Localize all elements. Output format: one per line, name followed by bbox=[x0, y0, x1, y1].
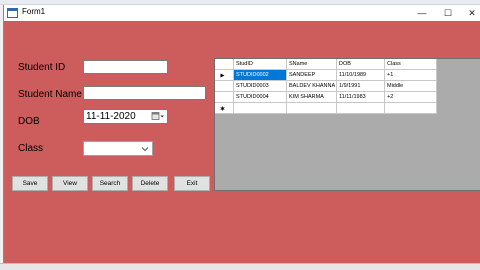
dob-value: 11-11-2020 bbox=[86, 111, 136, 122]
save-button[interactable]: Save bbox=[12, 176, 48, 191]
background-status-strip bbox=[0, 263, 480, 270]
grid-cell[interactable]: BALDEV KHANNA bbox=[287, 81, 337, 92]
exit-button[interactable]: Exit bbox=[174, 176, 210, 191]
row-header[interactable] bbox=[215, 70, 234, 81]
grid-cell[interactable]: +2 bbox=[385, 92, 437, 103]
grid-cell[interactable]: STUDID0003 bbox=[234, 81, 287, 92]
grid-cell-empty[interactable] bbox=[337, 103, 385, 114]
class-combobox[interactable] bbox=[83, 141, 153, 156]
column-header-sname[interactable]: SName bbox=[287, 59, 337, 70]
window-title: Form1 bbox=[22, 7, 46, 16]
new-row[interactable] bbox=[215, 103, 437, 114]
close-button[interactable]: ✕ bbox=[461, 5, 480, 21]
student-name-label: Student Name bbox=[18, 89, 82, 100]
grid-header-row: StudID SName DOB Class bbox=[215, 59, 437, 70]
grid-cell[interactable]: STUDID0004 bbox=[234, 92, 287, 103]
table-row[interactable]: STUDID0002 SANDEEP 11/10/1989 +1 bbox=[215, 70, 437, 81]
chevron-down-icon[interactable] bbox=[141, 145, 149, 153]
form-window: Form1 — ☐ ✕ Student ID Student Name DOB … bbox=[3, 5, 480, 263]
view-button[interactable]: View bbox=[52, 176, 88, 191]
table-row[interactable]: STUDID0003 BALDEV KHANNA 1/9/1991 Middle bbox=[215, 81, 437, 92]
delete-button[interactable]: Delete bbox=[132, 176, 168, 191]
column-header-class[interactable]: Class bbox=[385, 59, 437, 70]
maximize-button[interactable]: ☐ bbox=[437, 5, 459, 21]
row-header[interactable] bbox=[215, 81, 234, 92]
student-name-input[interactable] bbox=[83, 86, 206, 100]
table-row[interactable]: STUDID0004 KIM SHARMA 11/11/1983 +2 bbox=[215, 92, 437, 103]
grid-cell-empty[interactable] bbox=[234, 103, 287, 114]
app-form-icon bbox=[7, 8, 18, 18]
student-id-input[interactable] bbox=[83, 60, 168, 74]
grid-corner-header[interactable] bbox=[215, 59, 234, 70]
student-id-label: Student ID bbox=[18, 62, 66, 73]
asterisk-icon bbox=[220, 106, 225, 111]
form-client-area: Student ID Student Name DOB 11-11-2020 C… bbox=[4, 21, 480, 263]
grid-cell[interactable]: KIM SHARMA bbox=[287, 92, 337, 103]
minimize-button[interactable]: — bbox=[411, 5, 433, 21]
grid-cell[interactable]: 11/11/1983 bbox=[337, 92, 385, 103]
dob-date-picker[interactable]: 11-11-2020 bbox=[83, 109, 168, 124]
class-label: Class bbox=[18, 143, 44, 154]
column-header-studid[interactable]: StudID bbox=[234, 59, 287, 70]
search-button[interactable]: Search bbox=[92, 176, 128, 191]
title-bar[interactable]: Form1 — ☐ ✕ bbox=[4, 5, 480, 21]
column-header-dob[interactable]: DOB bbox=[337, 59, 385, 70]
right-triangle-icon bbox=[220, 73, 225, 78]
grid-cell[interactable]: SANDEEP bbox=[287, 70, 337, 81]
row-header[interactable] bbox=[215, 92, 234, 103]
calendar-dropdown-icon[interactable] bbox=[151, 111, 165, 122]
grid-cell[interactable]: 1/9/1991 bbox=[337, 81, 385, 92]
grid-cell[interactable]: STUDID0002 bbox=[234, 70, 287, 81]
students-data-grid[interactable]: StudID SName DOB Class STUDID0002 SANDEE… bbox=[214, 58, 480, 191]
grid-cell-empty[interactable] bbox=[287, 103, 337, 114]
grid-cell-empty[interactable] bbox=[385, 103, 437, 114]
grid-cell[interactable]: Middle bbox=[385, 81, 437, 92]
dob-label: DOB bbox=[18, 116, 40, 127]
grid-cell[interactable]: +1 bbox=[385, 70, 437, 81]
row-header[interactable] bbox=[215, 103, 234, 114]
grid-cell[interactable]: 11/10/1989 bbox=[337, 70, 385, 81]
